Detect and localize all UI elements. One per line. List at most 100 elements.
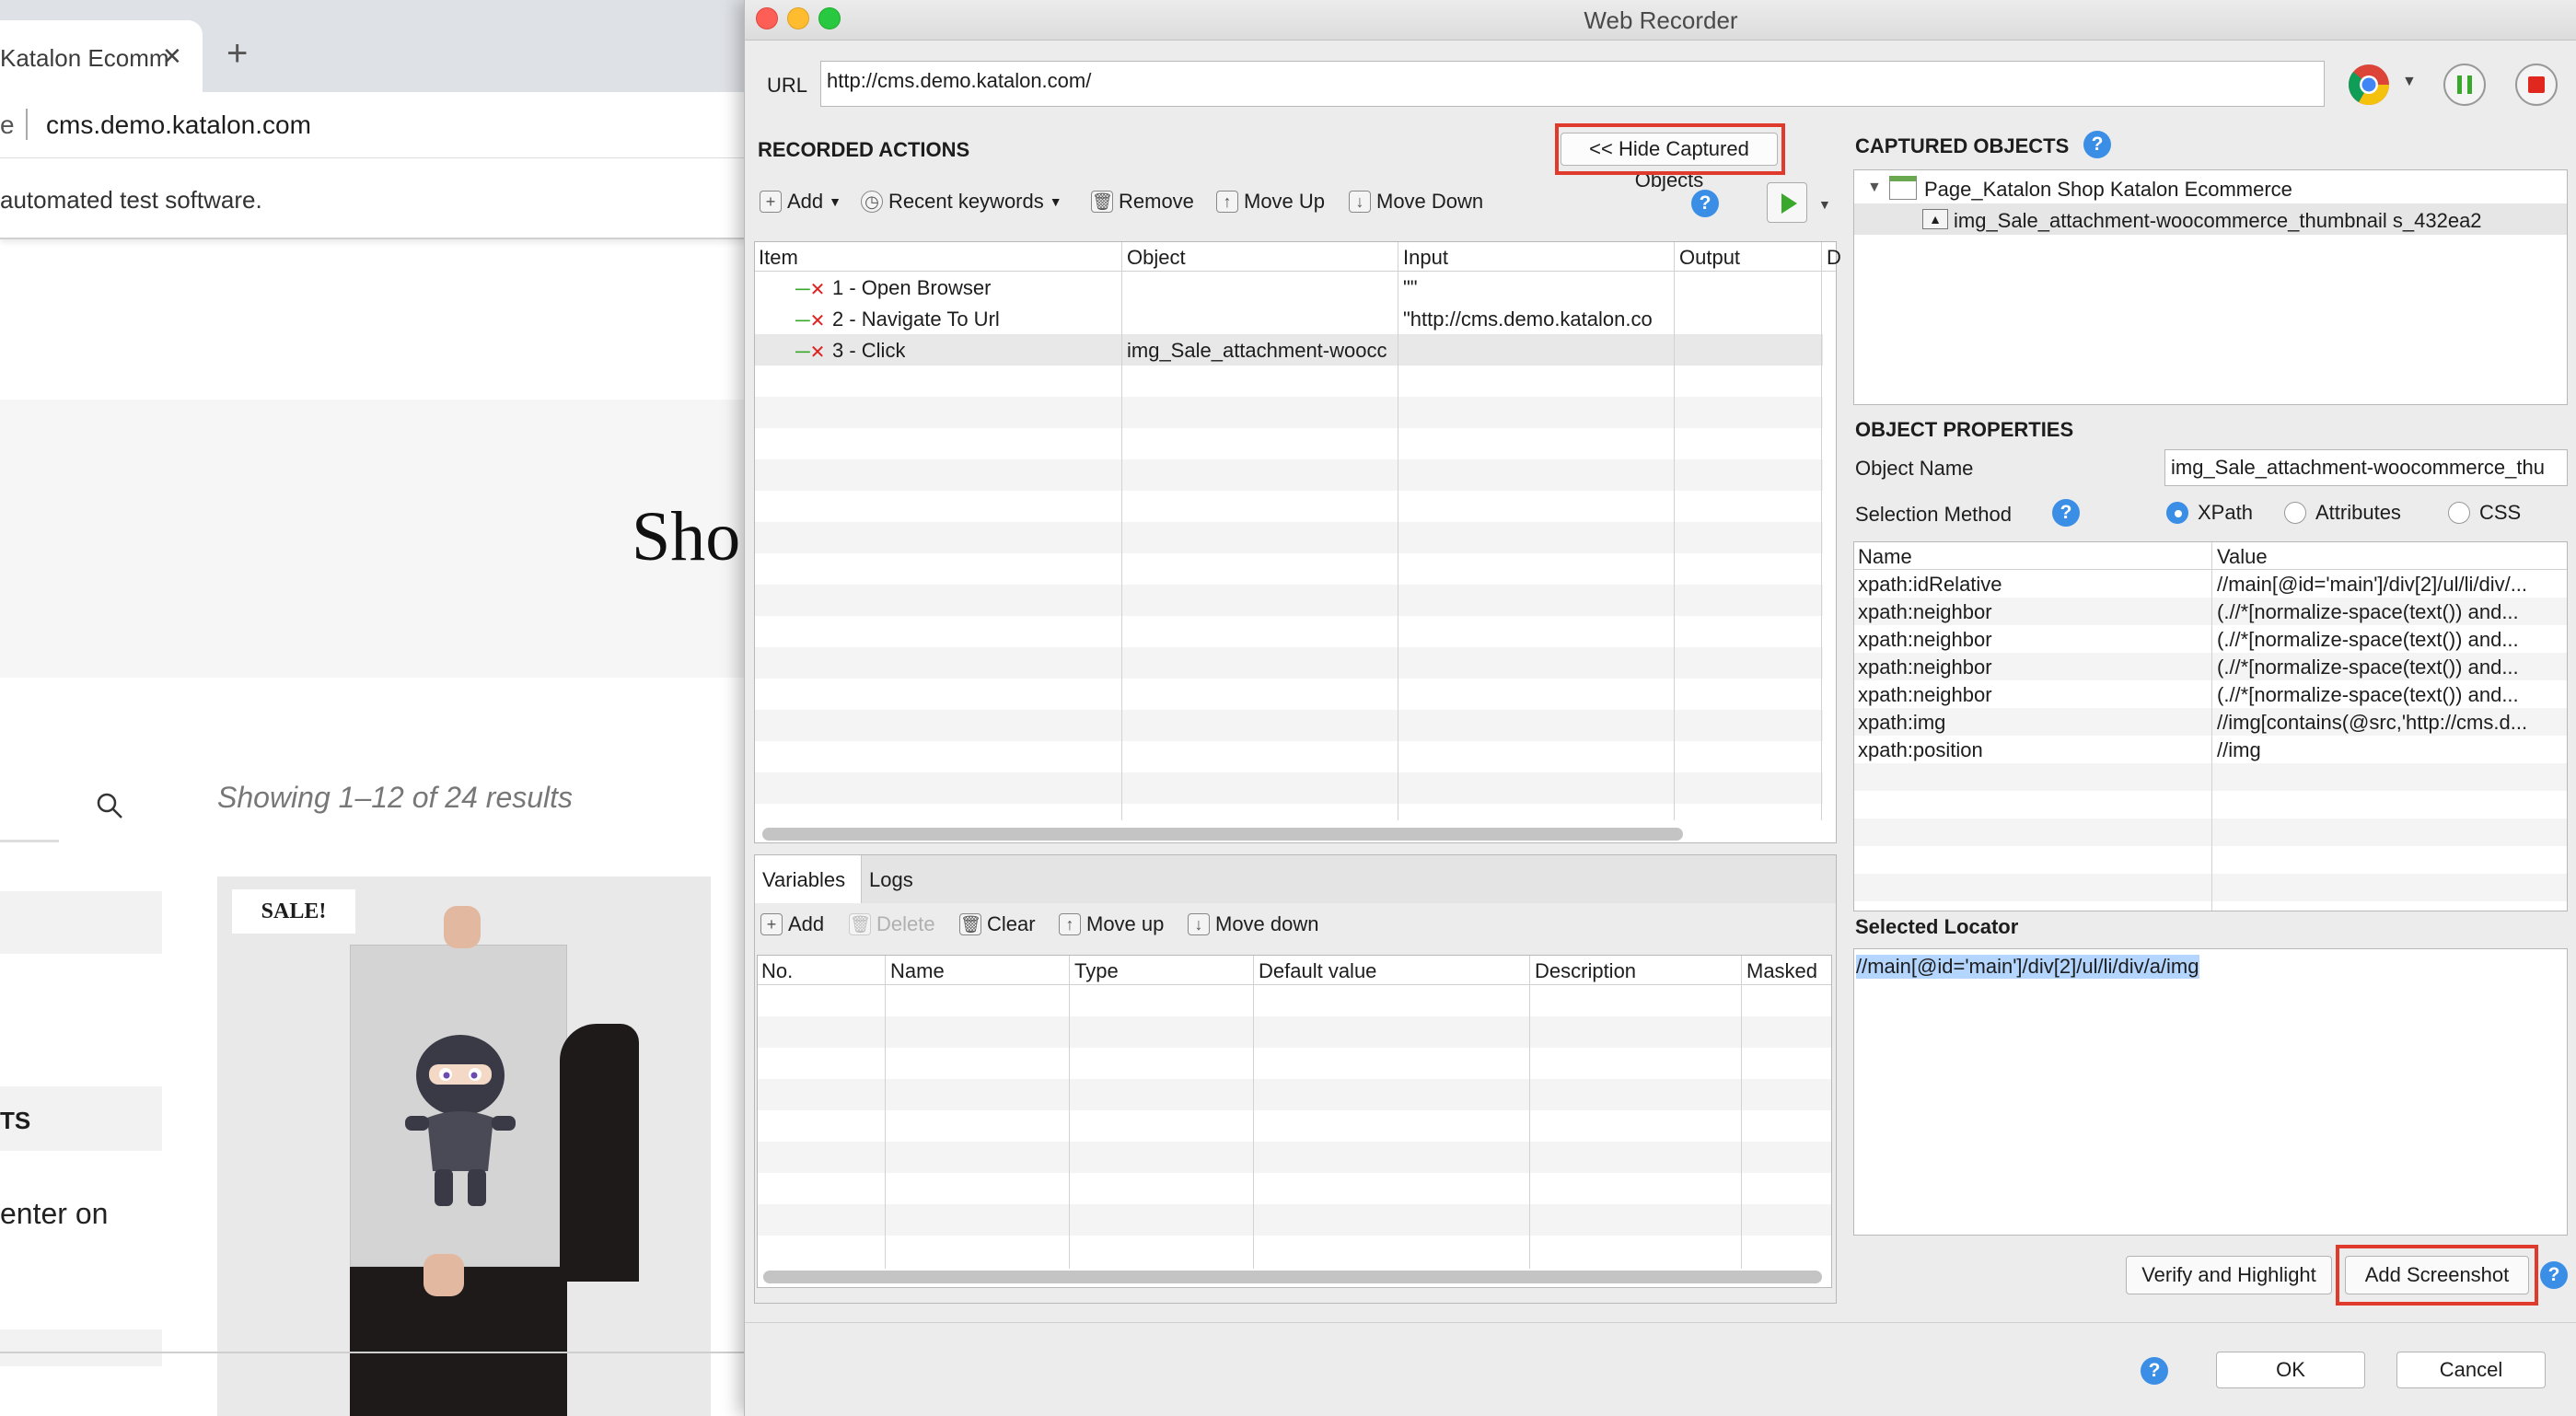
verify-highlight-button[interactable]: Verify and Highlight: [2126, 1256, 2332, 1294]
pause-icon[interactable]: [2443, 63, 2487, 107]
shop-hero-title: Sho: [632, 498, 741, 575]
web-recorder-window: Web Recorder URL http://cms.demo.katalon…: [744, 0, 2576, 1416]
column-divider: [1069, 956, 1070, 1269]
sidebar-text: enter on: [0, 1197, 109, 1230]
chrome-browser-icon[interactable]: [2347, 63, 2391, 107]
sidebar-heading: TS: [0, 1107, 31, 1134]
play-icon: [1781, 193, 1797, 214]
radio-attributes[interactable]: Attributes: [2284, 501, 2401, 525]
horizontal-scrollbar[interactable]: [762, 828, 1683, 841]
radio-attributes-label: Attributes: [2315, 501, 2401, 524]
help-icon[interactable]: ?: [2141, 1357, 2168, 1385]
horizontal-scrollbar[interactable]: [763, 1271, 1822, 1283]
property-value: //img: [2217, 738, 2261, 761]
zoom-window-button[interactable]: [818, 7, 841, 29]
action-input: "": [1403, 276, 1418, 299]
help-icon[interactable]: ?: [2540, 1261, 2568, 1289]
action-object: img_Sale_attachment-woocc: [1127, 339, 1387, 362]
property-value: (.//*[normalize-space(text()) and...: [2217, 628, 2519, 651]
table-row[interactable]: ─✕ 2 - Navigate To Url "http://cms.demo.…: [755, 303, 1823, 334]
object-name-input[interactable]: img_Sale_attachment-woocommerce_thu: [2164, 449, 2568, 486]
variables-panel: Variables Logs + Add 🗑 Delete 🗑 Clear ↑ …: [754, 854, 1837, 1304]
remove-action-label: Remove: [1119, 190, 1194, 213]
move-down-button[interactable]: ↓ Move Down: [1349, 190, 1483, 214]
add-action-label: Add: [787, 190, 824, 213]
expand-triangle-icon[interactable]: ▼: [1867, 180, 1882, 196]
column-masked: Masked: [1746, 959, 1818, 982]
tree-node-object[interactable]: ▲ img_Sale_attachment-woocommerce_thumbn…: [1854, 203, 2567, 235]
step-icon: ─✕: [795, 340, 826, 363]
ok-button[interactable]: OK: [2216, 1352, 2365, 1388]
add-variable-button[interactable]: + Add: [760, 912, 824, 936]
row-stripe: [1854, 763, 2567, 791]
arrow-down-icon: ↓: [1188, 913, 1210, 935]
chevron-down-icon[interactable]: ▼: [1818, 197, 1831, 212]
radio-xpath[interactable]: XPath: [2166, 501, 2253, 525]
tab-close-icon[interactable]: ✕: [162, 42, 182, 71]
table-row[interactable]: xpath:neighbor (.//*[normalize-space(tex…: [1854, 625, 2567, 653]
tab-variables[interactable]: Variables: [755, 855, 862, 903]
move-up-variable-button[interactable]: ↑ Move up: [1059, 912, 1164, 936]
move-up-button[interactable]: ↑ Move Up: [1216, 190, 1325, 214]
property-name: xpath:neighbor: [1858, 656, 1992, 679]
table-row[interactable]: xpath:idRelative //main[@id='main']/div[…: [1854, 570, 2567, 598]
row-stripe: [755, 647, 1823, 679]
clear-variables-button[interactable]: 🗑 Clear: [959, 912, 1036, 936]
sale-badge: SALE!: [232, 889, 355, 934]
new-tab-icon[interactable]: +: [226, 35, 248, 72]
tab-logs[interactable]: Logs: [862, 855, 932, 903]
column-divider: [1741, 956, 1742, 1269]
cancel-button[interactable]: Cancel: [2396, 1352, 2546, 1388]
recent-keywords-button[interactable]: ◷ Recent keywords ▼: [861, 190, 1062, 214]
add-action-button[interactable]: + Add ▼: [760, 190, 841, 214]
browser-tab-title: Katalon Ecomm: [0, 44, 169, 72]
table-row[interactable]: ─✕ 1 - Open Browser "": [755, 272, 1823, 303]
property-name: xpath:idRelative: [1858, 573, 2002, 596]
radio-unselected-icon: [2448, 502, 2470, 524]
remove-action-button[interactable]: 🗑 Remove: [1091, 190, 1194, 214]
browser-address-bar[interactable]: e cms.demo.katalon.com: [0, 92, 748, 158]
table-row[interactable]: xpath:neighbor (.//*[normalize-space(tex…: [1854, 680, 2567, 708]
properties-table[interactable]: Name Value xpath:idRelative //main[@id='…: [1853, 541, 2568, 911]
page-icon: [1889, 176, 1917, 200]
tab-variables-label: Variables: [762, 868, 846, 891]
chevron-down-icon[interactable]: ▼: [2402, 74, 2417, 90]
row-stripe: [755, 772, 1823, 804]
row-stripe: [758, 1204, 1831, 1236]
help-icon[interactable]: ?: [2052, 499, 2080, 527]
table-row[interactable]: xpath:neighbor (.//*[normalize-space(tex…: [1854, 598, 2567, 625]
help-icon[interactable]: ?: [1691, 190, 1719, 217]
column-description: Description: [1535, 959, 1637, 982]
row-stripe: [758, 1142, 1831, 1173]
stop-record-icon[interactable]: [2514, 63, 2559, 107]
delete-variable-button[interactable]: 🗑 Delete: [849, 912, 935, 936]
trash-icon: 🗑: [959, 913, 981, 935]
recorded-actions-table[interactable]: Item Object Input Output D ─✕ 1 - Open B…: [754, 241, 1841, 843]
table-row[interactable]: xpath:position //img: [1854, 736, 2567, 763]
variables-body: + Add 🗑 Delete 🗑 Clear ↑ Move up ↓ Move …: [755, 903, 1836, 1303]
product-card[interactable]: SALE!: [217, 876, 711, 1416]
radio-css[interactable]: CSS: [2448, 501, 2521, 525]
captured-objects-tree[interactable]: ▼ Page_Katalon Shop Katalon Ecommerce ▲ …: [1853, 169, 2568, 405]
table-row[interactable]: xpath:neighbor (.//*[normalize-space(tex…: [1854, 653, 2567, 680]
tree-node-page[interactable]: ▼ Page_Katalon Shop Katalon Ecommerce: [1854, 172, 2567, 203]
property-value: //img[contains(@src,'http://cms.d...: [2217, 711, 2528, 734]
object-properties-title: OBJECT PROPERTIES: [1855, 418, 2074, 441]
url-input[interactable]: http://cms.demo.katalon.com/: [820, 61, 2325, 107]
run-button[interactable]: [1767, 182, 1807, 223]
close-window-button[interactable]: [756, 7, 778, 29]
search-icon[interactable]: [96, 792, 123, 819]
radio-selected-icon: [2166, 502, 2188, 524]
variables-table[interactable]: No. Name Type Default value Description …: [757, 955, 1832, 1288]
property-name: xpath:neighbor: [1858, 628, 1992, 651]
table-row[interactable]: ─✕ 3 - Click img_Sale_attachment-woocc: [755, 334, 1823, 366]
selected-locator-editor[interactable]: //main[@id='main']/div[2]/ul/li/div/a/im…: [1853, 948, 2568, 1236]
chevron-down-icon: ▼: [1049, 194, 1062, 209]
clock-icon: ◷: [861, 191, 883, 213]
move-down-variable-button[interactable]: ↓ Move down: [1188, 912, 1319, 936]
browser-tab[interactable]: Katalon Ecomm ✕: [0, 20, 203, 92]
help-icon[interactable]: ?: [2083, 131, 2111, 158]
minimize-window-button[interactable]: [787, 7, 809, 29]
column-object: Object: [1127, 246, 1186, 269]
table-row[interactable]: xpath:img //img[contains(@src,'http://cm…: [1854, 708, 2567, 736]
